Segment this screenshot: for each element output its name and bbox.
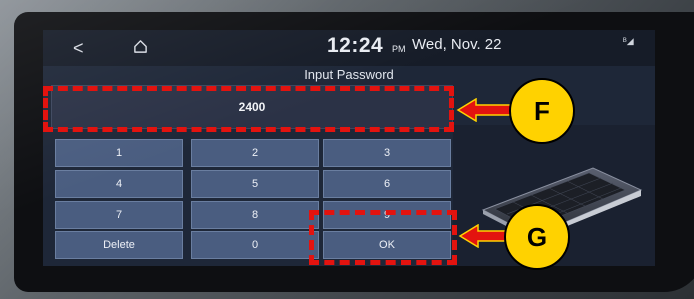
signal-icon: ᴮ◢ bbox=[623, 36, 634, 46]
callout-frame-g bbox=[309, 210, 457, 265]
key-7[interactable]: 7 bbox=[55, 201, 183, 229]
key-2[interactable]: 2 bbox=[191, 139, 319, 167]
key-6[interactable]: 6 bbox=[323, 170, 451, 198]
status-bar: < 12:24 PM Wed, Nov. 22 ᴮ◢ bbox=[43, 30, 655, 66]
callout-frame-f bbox=[43, 86, 454, 132]
dialog-title: Input Password bbox=[304, 67, 394, 82]
key-delete[interactable]: Delete bbox=[55, 231, 183, 259]
callout-badge-g: G bbox=[504, 204, 570, 270]
clock-time: 12:24 bbox=[327, 34, 384, 57]
key-4[interactable]: 4 bbox=[55, 170, 183, 198]
arrow-f-icon bbox=[456, 98, 513, 122]
key-0[interactable]: 0 bbox=[191, 231, 319, 259]
date-text: Wed, Nov. 22 bbox=[412, 36, 502, 53]
key-8[interactable]: 8 bbox=[191, 201, 319, 229]
key-3[interactable]: 3 bbox=[323, 139, 451, 167]
clock-ampm: PM bbox=[392, 44, 406, 54]
home-icon[interactable] bbox=[133, 39, 148, 54]
callout-badge-f: F bbox=[509, 78, 575, 144]
back-button[interactable]: < bbox=[73, 38, 84, 59]
key-1[interactable]: 1 bbox=[55, 139, 183, 167]
photo-background: < 12:24 PM Wed, Nov. 22 ᴮ◢ Input Passwor… bbox=[0, 0, 694, 299]
key-5[interactable]: 5 bbox=[191, 170, 319, 198]
